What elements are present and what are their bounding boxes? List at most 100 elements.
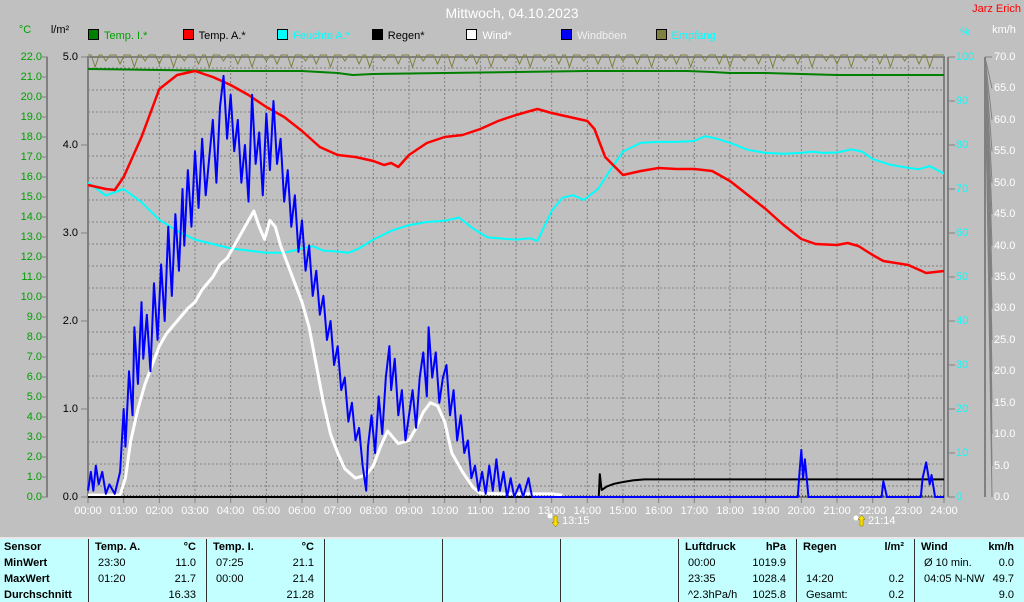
time-tick-label: 00:00 bbox=[74, 505, 102, 517]
stat-col-unit-luftdruck: hPa bbox=[765, 541, 786, 553]
stat-cell-value: 9.0 bbox=[998, 589, 1014, 601]
series-feuchte-a bbox=[87, 135, 945, 254]
wind-kmh-tick bbox=[984, 56, 993, 403]
hum-tick-label: 90 bbox=[956, 95, 969, 107]
wind-kmh-tick bbox=[984, 56, 993, 246]
legend-label: Regen* bbox=[387, 30, 425, 42]
time-tick-label: 21:00 bbox=[823, 505, 851, 517]
legend-item-wind: Wind* bbox=[466, 29, 512, 42]
series-wind bbox=[88, 209, 563, 497]
wind-kmh-tick bbox=[984, 56, 993, 498]
series-regen bbox=[88, 473, 944, 498]
legend-item-empfang: Empfang bbox=[655, 29, 716, 42]
wind-kmh-tick-label: 40.0 bbox=[994, 239, 1016, 252]
time-tick-label: 20:00 bbox=[787, 505, 816, 517]
series-windb-en bbox=[87, 74, 944, 498]
wind-kmh-tick-label: 25.0 bbox=[994, 333, 1016, 346]
legend-swatch bbox=[277, 29, 289, 40]
axis-unit-hum-pct: % bbox=[960, 26, 970, 38]
temp-c-tick-label: 7.0 bbox=[26, 351, 42, 363]
table-separator bbox=[678, 539, 679, 602]
time-tick-label: 04:00 bbox=[216, 505, 245, 517]
page-title: Mittwoch, 04.10.2023 bbox=[445, 5, 579, 21]
moonset-marker-icon bbox=[547, 513, 560, 527]
moonset-time-label: 13:15 bbox=[562, 515, 590, 527]
stat-cell-value: 1025.8 bbox=[752, 589, 786, 601]
legend-item-temp-a: Temp. A.* bbox=[182, 29, 246, 42]
time-tick-label: 05:00 bbox=[252, 505, 281, 517]
temp-c-tick-label: 12.0 bbox=[20, 251, 42, 263]
temp-c-tick-label: 2.0 bbox=[26, 451, 42, 463]
wind-kmh-tick bbox=[984, 56, 993, 309]
hum-tick-label: 40 bbox=[956, 315, 969, 327]
table-separator bbox=[206, 539, 207, 602]
legend-item-windböen: Windböen bbox=[561, 29, 627, 42]
time-tick-label: 16:00 bbox=[644, 505, 673, 517]
wind-kmh-tick-label: 50.0 bbox=[994, 176, 1016, 189]
time-tick-label: 19:00 bbox=[751, 505, 780, 517]
wind-kmh-tick-label: 35.0 bbox=[994, 271, 1016, 283]
rain-tick-label: 1.0 bbox=[62, 403, 78, 415]
wind-kmh-tick bbox=[984, 56, 993, 183]
time-tick-label: 10:00 bbox=[430, 505, 459, 517]
temp-c-tick-label: 15.0 bbox=[20, 191, 42, 203]
stat-cell-value: 1028.4 bbox=[752, 573, 786, 585]
temp-c-tick-label: 21.0 bbox=[20, 71, 42, 83]
legend-label: Wind* bbox=[482, 30, 512, 42]
hum-tick-label: 60 bbox=[956, 227, 969, 239]
plot-border bbox=[87, 56, 945, 498]
rain-tick-label: 0.0 bbox=[62, 491, 78, 503]
temp-c-tick-label: 14.0 bbox=[20, 211, 42, 223]
hum-tick-label: 100 bbox=[956, 51, 975, 63]
temp-c-tick-label: 16.0 bbox=[20, 171, 42, 183]
temp-c-tick-label: 22.0 bbox=[20, 51, 42, 63]
wind-kmh-tick bbox=[984, 56, 993, 372]
moonrise-marker-icon bbox=[853, 514, 866, 527]
wind-kmh-tick-label: 10.0 bbox=[994, 428, 1016, 441]
stat-cell-value: 0.0 bbox=[998, 557, 1014, 569]
time-tick-label: 09:00 bbox=[395, 505, 423, 517]
moonrise-time-label: 21:14 bbox=[868, 515, 896, 527]
temp-c-tick-label: 19.0 bbox=[20, 111, 42, 123]
table-separator bbox=[560, 539, 561, 602]
stat-col-unit-wind: km/h bbox=[988, 541, 1014, 553]
weather-chart-window: Mittwoch, 04.10.2023 Jarz Erich °C l/m² … bbox=[0, 0, 1024, 602]
legend-swatch bbox=[371, 29, 383, 40]
stat-col-unit-temp-i: °C bbox=[301, 541, 314, 553]
stat-cell-value: 21.28 bbox=[286, 589, 314, 601]
wind-kmh-tick-label: 60.0 bbox=[994, 113, 1016, 126]
series-empfang bbox=[88, 54, 944, 69]
axis-unit-rain-lm2: l/m² bbox=[50, 24, 70, 36]
temp-c-tick-label: 17.0 bbox=[20, 151, 42, 163]
legend-item-regen: Regen* bbox=[371, 29, 425, 42]
wind-kmh-tick-label: 5.0 bbox=[994, 459, 1010, 472]
time-tick-label: 11:00 bbox=[466, 505, 494, 517]
temp-c-tick-label: 13.0 bbox=[20, 231, 42, 243]
rain-tick-label: 3.0 bbox=[62, 227, 78, 239]
series-temp-a bbox=[87, 69, 945, 275]
hum-tick-label: 80 bbox=[956, 139, 969, 151]
wind-kmh-tick-label: 45.0 bbox=[994, 208, 1016, 221]
time-tick-label: 02:00 bbox=[145, 505, 174, 517]
stats-table: Sensor MinWert MaxWert Durchschnitt Temp. A.… bbox=[0, 537, 1024, 602]
stat-cell-value: 16.33 bbox=[168, 589, 196, 601]
legend-swatch bbox=[182, 29, 194, 40]
axis-unit-temp-c: °C bbox=[18, 24, 32, 36]
temp-c-tick-label: 3.0 bbox=[26, 431, 42, 443]
legend-item-temp-i: Temp. I.* bbox=[88, 29, 147, 42]
rain-tick-label: 2.0 bbox=[62, 315, 78, 327]
wind-kmh-tick bbox=[984, 56, 993, 466]
temp-c-tick-label: 0.0 bbox=[26, 491, 42, 503]
stat-cell-value: 11.0 bbox=[175, 557, 196, 569]
legend-label: Temp. A.* bbox=[198, 30, 246, 42]
stat-cell-value: 0.2 bbox=[888, 589, 904, 601]
stat-row-label: MinWert bbox=[4, 557, 48, 569]
hum-tick-label: 30 bbox=[956, 359, 969, 371]
wind-kmh-tick bbox=[984, 56, 993, 215]
hum-tick-label: 10 bbox=[956, 447, 969, 459]
stat-col-unit-temp-a: °C bbox=[183, 541, 196, 553]
wind-kmh-tick-label: 65.0 bbox=[994, 82, 1016, 95]
axis-unit-wind-kmh: km/h bbox=[992, 24, 1016, 36]
table-separator bbox=[88, 539, 89, 602]
legend-swatch bbox=[88, 29, 99, 40]
